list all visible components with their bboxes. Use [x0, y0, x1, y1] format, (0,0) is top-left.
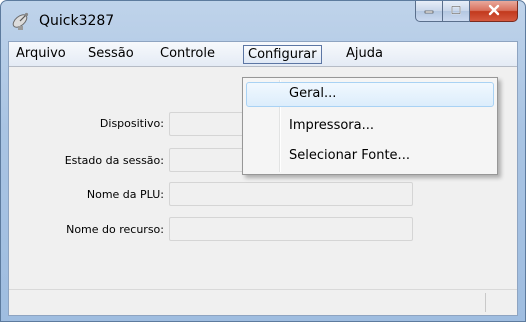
menu-bar: Arquivo Sessão Controle Configurar Ajuda	[9, 42, 517, 67]
menu-controle[interactable]: Controle	[156, 45, 219, 64]
title-bar[interactable]: Quick3287	[1, 1, 525, 41]
close-button[interactable]	[470, 1, 518, 22]
nome-plu-label: Nome da PLU:	[86, 188, 164, 201]
menu-ajuda[interactable]: Ajuda	[342, 45, 387, 64]
minimize-button[interactable]	[415, 1, 443, 22]
minimize-icon	[423, 4, 435, 18]
estado-sessao-label: Estado da sessão:	[64, 154, 164, 167]
status-bar	[9, 289, 517, 315]
menu-item-geral[interactable]: Geral...	[246, 82, 494, 107]
status-pane-divider	[485, 293, 486, 312]
menu-sessao[interactable]: Sessão	[84, 45, 138, 64]
nome-plu-field	[169, 182, 413, 206]
window-controls	[415, 1, 518, 22]
maximize-icon	[450, 4, 462, 18]
nome-recurso-field	[169, 217, 413, 241]
menu-item-impressora[interactable]: Impressora...	[246, 114, 494, 139]
menu-item-selecionar-fonte[interactable]: Selecionar Fonte...	[246, 144, 494, 169]
dispositivo-label: Dispositivo:	[99, 117, 164, 130]
window-title: Quick3287	[39, 13, 115, 29]
menu-configurar[interactable]: Configurar	[243, 45, 322, 64]
menu-arquivo[interactable]: Arquivo	[12, 45, 70, 64]
configurar-dropdown-menu: Geral... Impressora... Selecionar Fonte.…	[242, 77, 498, 175]
maximize-button[interactable]	[443, 1, 470, 22]
satellite-dish-icon	[10, 10, 32, 32]
app-window: Quick3287 Arquivo Sessão Controle Config…	[0, 0, 526, 322]
nome-recurso-label: Nome do recurso:	[66, 223, 164, 236]
close-icon	[487, 4, 501, 19]
